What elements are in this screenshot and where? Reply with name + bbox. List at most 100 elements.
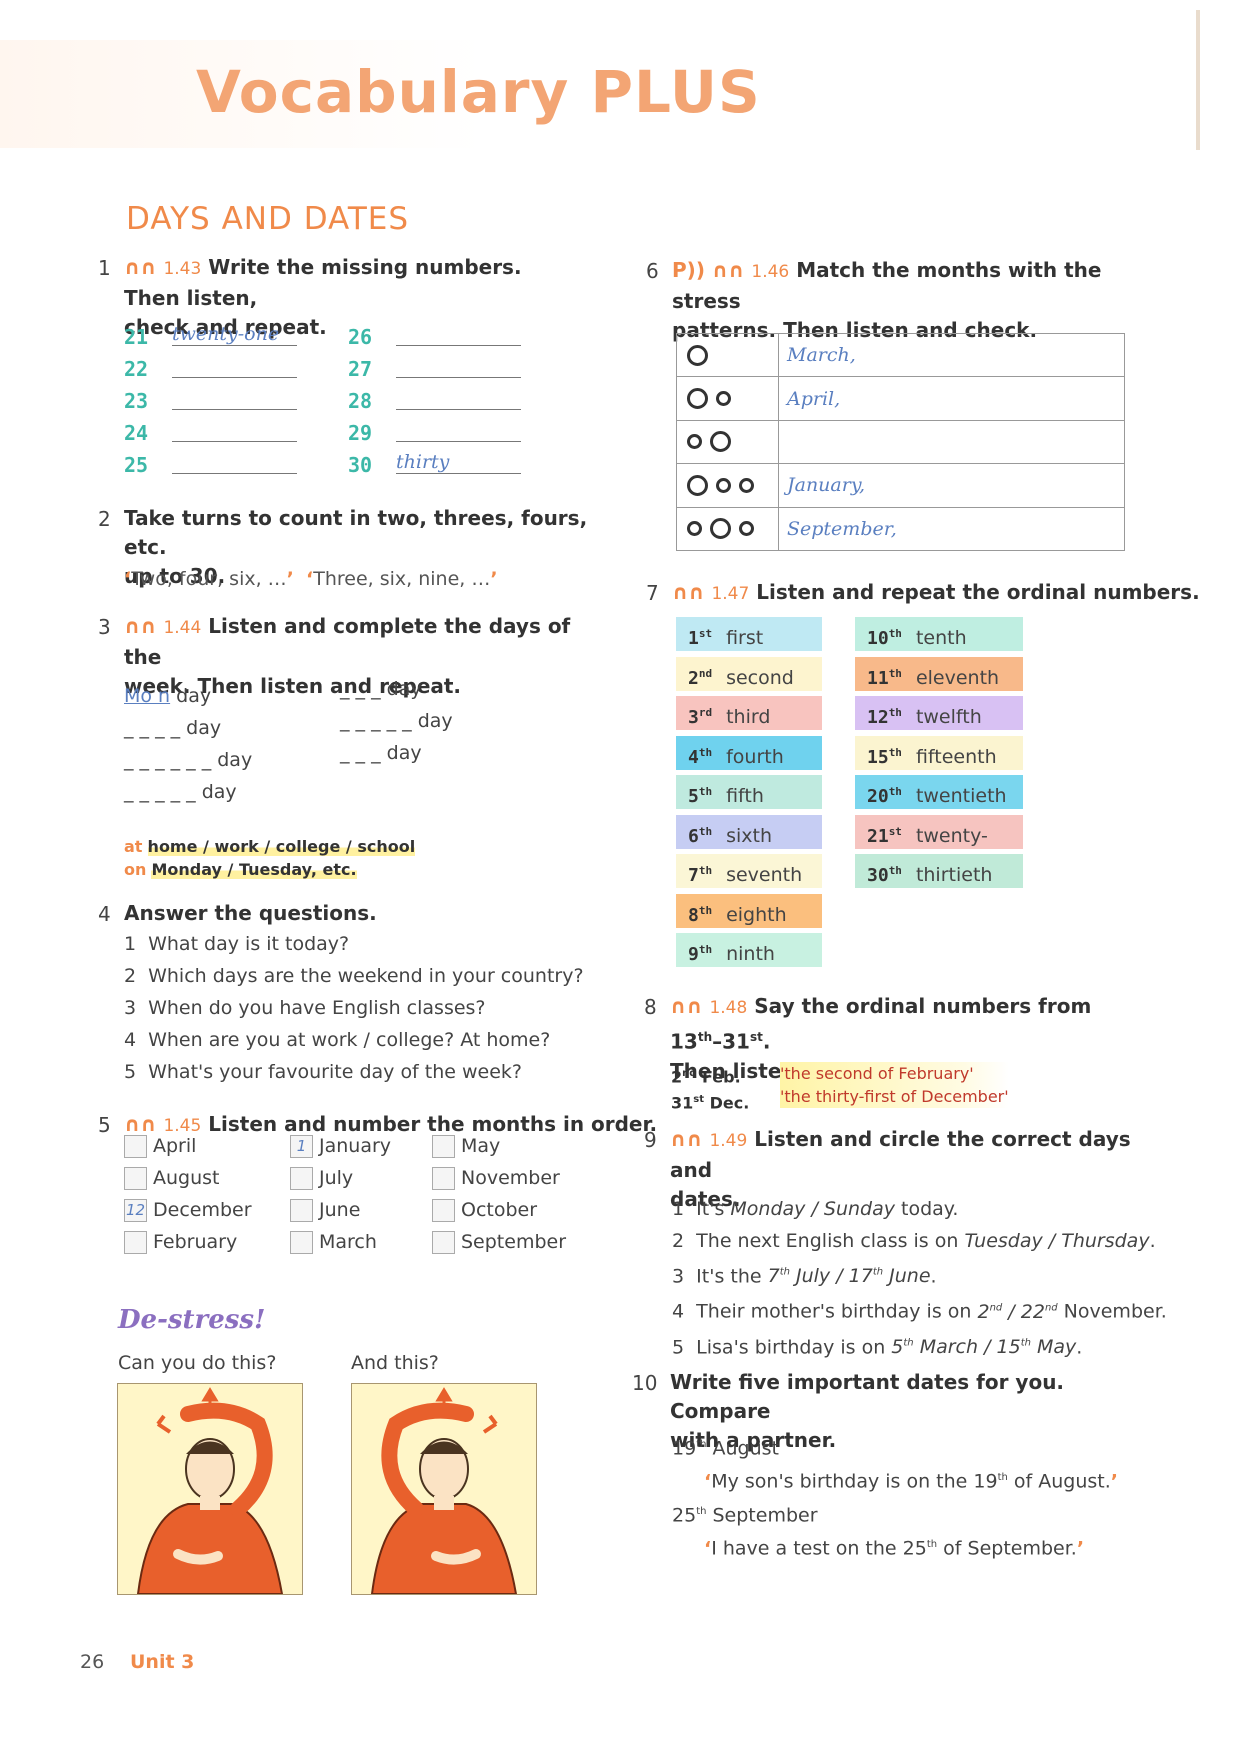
stressed-syllable-icon — [687, 344, 708, 366]
ex6-instruction: P)) ∩∩ 1.46 Match the months with the st… — [672, 258, 1102, 342]
day-blank[interactable]: _ _ _ day — [340, 678, 422, 700]
answer-blank[interactable] — [396, 323, 521, 346]
ex10-examples: 19th August ‘My son's birthday is on the… — [672, 1430, 1118, 1563]
question-item: 4 When are you at work / college? At home… — [124, 1029, 550, 1051]
ordinal-word: first — [726, 627, 764, 649]
ordinal-tile: 1st first — [676, 617, 822, 651]
month-number-box[interactable]: 1 — [290, 1135, 313, 1158]
stress-answer-cell[interactable]: March, — [778, 332, 1125, 378]
answer-blank[interactable] — [396, 355, 521, 378]
ordinal-digits: 9 — [688, 944, 699, 965]
answer-blank[interactable] — [172, 387, 297, 410]
ordinal-digits: 4 — [688, 746, 699, 768]
ordinal-suffix: th — [698, 864, 713, 877]
ordinal-suffix: th — [888, 666, 902, 680]
ordinal-tile: 5th fifth — [676, 775, 822, 809]
ex9-item-4: 4 Their mother's birthday is on 2nd / 22… — [672, 1300, 1167, 1323]
ordinal-number: 15th — [867, 745, 902, 768]
month-number-box[interactable] — [432, 1231, 455, 1254]
ordinal-number: 20th — [867, 785, 902, 807]
ordinal-suffix: th — [888, 627, 902, 640]
ex10-number: 10 — [632, 1371, 658, 1395]
answer-blank[interactable] — [172, 355, 297, 378]
ordinal-suffix: th — [888, 745, 902, 759]
month-option: October — [432, 1199, 537, 1222]
answer-blank[interactable] — [396, 387, 521, 410]
ordinal-digits: 8 — [688, 904, 699, 926]
stress-row: September, — [676, 506, 1125, 552]
answer-blank[interactable] — [172, 451, 297, 474]
stress-answer-cell[interactable]: April, — [778, 376, 1125, 421]
ordinal-tile: 30th thirtieth — [855, 854, 1023, 888]
answer-blank[interactable]: thirty — [396, 451, 521, 474]
ex1-number: 1 — [98, 256, 111, 280]
ex2-quote-1: ‘Two, four, six, …’ — [124, 568, 294, 590]
month-option: February — [124, 1231, 237, 1254]
unstressed-syllable-icon — [739, 477, 754, 493]
answer-blank[interactable] — [172, 419, 297, 442]
day-blank[interactable]: _ _ _ _ _ _ day — [124, 749, 252, 771]
stress-row: March, — [676, 332, 1125, 378]
ordinal-suffix: th — [888, 785, 902, 798]
unstressed-syllable-icon — [687, 521, 702, 537]
month-number-box[interactable] — [290, 1167, 313, 1190]
ex2-number: 2 — [98, 507, 111, 531]
ordinal-number: 3rd — [688, 706, 712, 728]
ordinal-tile: 15th fifteenth — [855, 735, 1023, 770]
ex8-example-quotes: 'the second of February' 'the thirty-fir… — [780, 1062, 1009, 1108]
ex6-number: 6 — [646, 259, 659, 283]
day-blank[interactable]: _ _ _ _ day — [124, 717, 221, 739]
headphones-icon: ∩∩ — [124, 255, 157, 279]
day-letters: _ _ _ _ — [124, 717, 181, 739]
day-blank[interactable]: _ _ _ day — [340, 742, 422, 764]
ordinal-digits: 30 — [867, 865, 889, 886]
ex4-number: 4 — [98, 902, 111, 926]
number-label: 29 — [348, 421, 373, 445]
month-label: April — [153, 1135, 197, 1157]
stress-row: April, — [676, 376, 1125, 421]
month-label: November — [461, 1167, 560, 1189]
ordinal-number: 6th — [688, 825, 712, 847]
month-number-box[interactable] — [124, 1135, 147, 1158]
answer-blank[interactable] — [396, 419, 521, 442]
ordinal-tile: 10th tenth — [855, 617, 1023, 651]
day-blank[interactable]: Mo n day — [124, 685, 211, 707]
ordinal-digits: 10 — [867, 628, 889, 649]
ex9-item-2: 2 The next English class is on Tuesday /… — [672, 1230, 1156, 1252]
headphones-icon: ∩∩ — [672, 580, 705, 604]
month-number-box[interactable] — [290, 1231, 313, 1254]
ordinal-word: third — [726, 706, 771, 728]
day-blank[interactable]: _ _ _ _ _ day — [340, 710, 453, 732]
month-number-box[interactable] — [290, 1199, 313, 1222]
month-number-box[interactable] — [432, 1135, 455, 1158]
number-label: 23 — [124, 389, 149, 413]
headphones-icon: ∩∩ — [124, 1112, 157, 1136]
ordinal-digits: 5 — [688, 786, 699, 807]
ordinal-tile: 2nd second — [676, 656, 822, 691]
stress-row: January, — [676, 463, 1125, 508]
headphones-icon: ∩∩ — [670, 1127, 703, 1151]
ordinal-suffix: st — [888, 824, 902, 838]
day-letters: _ _ _ — [340, 742, 381, 764]
stress-answer-cell[interactable] — [778, 419, 1125, 465]
month-label: December — [153, 1199, 252, 1221]
day-blank[interactable]: _ _ _ _ _ day — [124, 781, 237, 803]
ex7-instruction: ∩∩ 1.47 Listen and repeat the ordinal nu… — [672, 580, 1200, 604]
month-label: September — [461, 1231, 567, 1253]
month-label: July — [319, 1167, 354, 1189]
ordinal-tile: 9th ninth — [676, 933, 822, 967]
stress-answer-cell[interactable]: September, — [778, 506, 1125, 552]
month-number-box[interactable] — [432, 1167, 455, 1190]
month-number-box[interactable]: 12 — [124, 1199, 147, 1222]
answer-blank[interactable]: twenty-one — [172, 323, 297, 346]
stress-answer-cell[interactable]: January, — [778, 463, 1125, 508]
month-number-box[interactable] — [432, 1199, 455, 1222]
day-suffix: day — [170, 685, 212, 707]
ordinal-number: 2nd — [688, 667, 712, 689]
month-number-box[interactable] — [124, 1231, 147, 1254]
ordinal-word: ninth — [726, 943, 775, 965]
ordinal-tile: 4th fourth — [676, 735, 822, 770]
month-number-box[interactable] — [124, 1167, 147, 1190]
ex9-items: 1 It's Monday / Sunday today. 2 The next… — [672, 1193, 1167, 1363]
question-number: 2 — [124, 965, 137, 987]
